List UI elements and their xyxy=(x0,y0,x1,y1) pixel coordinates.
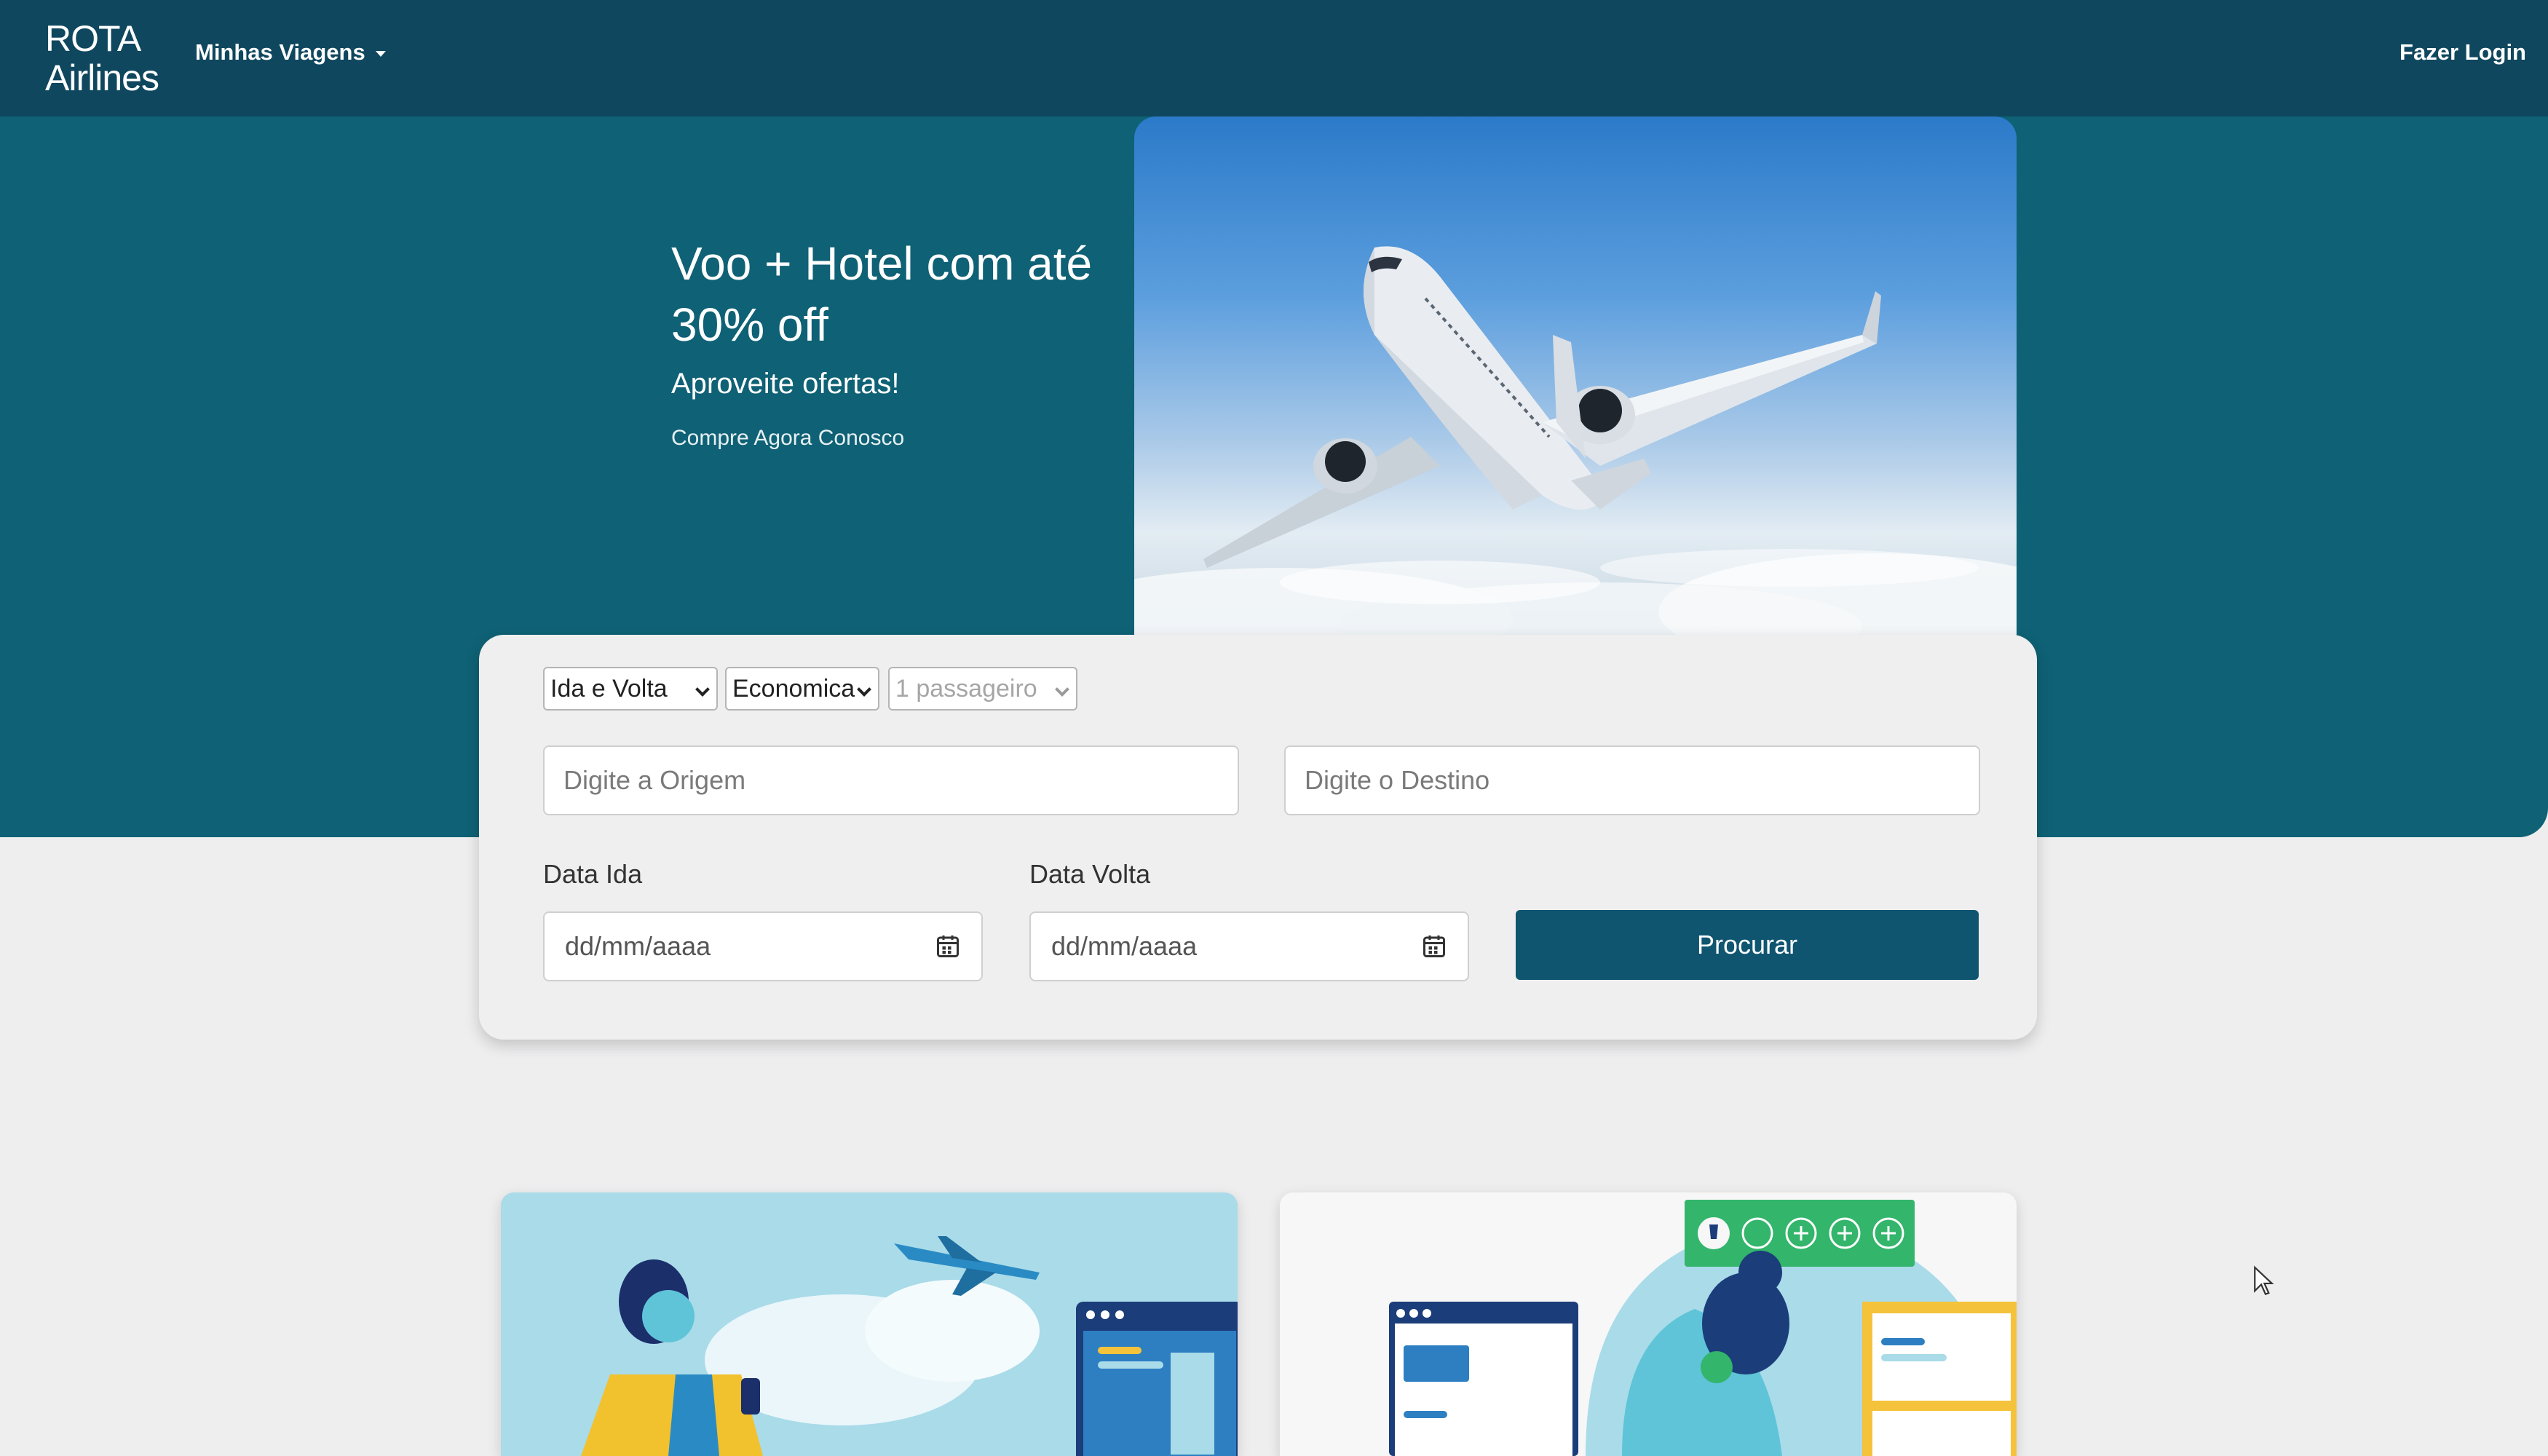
hero-tagline: Compre Agora Conosco xyxy=(671,426,905,450)
airplane-hero-image xyxy=(1134,116,2017,637)
date-return-placeholder: dd/mm/aaaa xyxy=(1051,931,1198,961)
date-out-placeholder: dd/mm/aaaa xyxy=(565,931,711,961)
calendar-icon[interactable] xyxy=(1421,933,1447,960)
promo-card-support[interactable] xyxy=(1280,1192,2017,1456)
brand-line-2: Airlines xyxy=(45,58,159,98)
cabin-class-value: Economica xyxy=(732,674,855,703)
trip-type-select[interactable]: Ida e Volta xyxy=(543,667,718,711)
date-out-input[interactable]: dd/mm/aaaa xyxy=(543,911,983,981)
hero-title: Voo + Hotel com até 30% off xyxy=(671,237,1093,351)
login-link[interactable]: Fazer Login xyxy=(2399,39,2526,66)
brand-line-1: ROTA xyxy=(45,18,141,59)
airplane-illustration xyxy=(1134,246,2017,637)
top-navbar: ROTA Airlines Minhas Viagens Fazer Login xyxy=(0,0,2548,116)
origin-placeholder: Digite a Origem xyxy=(563,765,746,795)
trip-type-value: Ida e Volta xyxy=(550,674,668,703)
cabin-class-select[interactable]: Economica xyxy=(725,667,879,711)
travel-illustration xyxy=(581,1236,1238,1456)
chevron-down-icon xyxy=(695,682,710,697)
chevron-down-icon xyxy=(857,682,871,697)
passengers-select[interactable]: 1 passageiro xyxy=(888,667,1077,711)
destination-input[interactable]: Digite o Destino xyxy=(1284,745,1980,815)
hero-subtitle: Aproveite ofertas! xyxy=(671,368,900,400)
mouse-cursor-icon xyxy=(2254,1265,2274,1295)
date-return-label: Data Volta xyxy=(1029,859,1151,889)
search-button[interactable]: Procurar xyxy=(1516,910,1979,980)
promo-card-travel[interactable] xyxy=(501,1192,1238,1456)
destination-placeholder: Digite o Destino xyxy=(1305,765,1490,795)
passengers-value: 1 passageiro xyxy=(895,674,1037,703)
brand-logo[interactable]: ROTA Airlines xyxy=(45,19,159,98)
origin-input[interactable]: Digite a Origem xyxy=(543,745,1239,815)
chevron-down-icon xyxy=(1055,682,1069,697)
calendar-icon[interactable] xyxy=(935,933,961,960)
my-trips-label: Minhas Viagens xyxy=(195,39,365,65)
support-illustration xyxy=(1389,1200,2017,1456)
flight-search-card: Ida e Volta Economica 1 passageiro Digit… xyxy=(479,635,2037,1040)
date-return-input[interactable]: dd/mm/aaaa xyxy=(1029,911,1469,981)
my-trips-dropdown[interactable]: Minhas Viagens xyxy=(195,39,386,66)
caret-down-icon xyxy=(375,51,386,57)
date-out-label: Data Ida xyxy=(543,859,643,889)
